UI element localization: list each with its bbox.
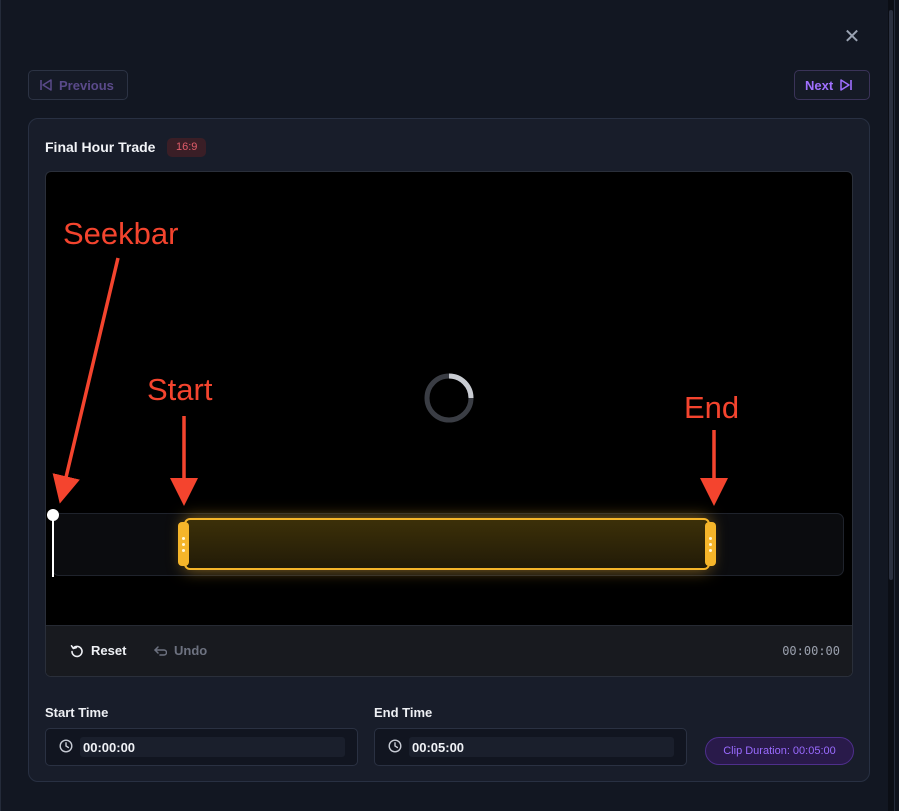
undo-icon [154,645,167,656]
scrollbar-thumb[interactable] [889,10,893,580]
start-time-input[interactable] [80,737,345,757]
end-time-label: End Time [374,705,433,720]
next-label: Next [805,77,834,93]
player-controls-bar: Reset Undo 00:00:00 [46,625,852,676]
start-time-field[interactable] [45,728,358,766]
clip-editor-modal: ✕ Previous Next Final Hour Trade 16:9 Se… [0,0,895,811]
start-time-label: Start Time [45,705,109,720]
next-button[interactable]: Next [794,70,870,100]
seekbar-arrow [52,257,120,504]
reset-label: Reset [91,643,127,658]
undo-label: Undo [174,643,208,658]
current-time: 00:00:00 [782,644,840,658]
end-time-field[interactable] [374,728,687,766]
clock-icon [388,739,402,753]
reset-button[interactable]: Reset [70,643,126,658]
previous-button[interactable]: Previous [28,70,128,100]
annotation-arrows [52,257,728,506]
video-player[interactable]: Seekbar Start End Reset Undo 00:00:00 [45,171,853,677]
clock-icon [59,739,73,753]
scrollbar[interactable] [888,0,894,811]
clip-title: Final Hour Trade [45,139,156,155]
end-time-input[interactable] [409,737,674,757]
skip-forward-icon [840,79,852,91]
skip-back-icon [40,79,52,91]
previous-label: Previous [59,77,114,93]
close-icon: ✕ [843,26,861,48]
undo-button[interactable]: Undo [153,643,207,658]
reset-icon [70,644,83,657]
clip-card: Final Hour Trade 16:9 Seekbar Start End [28,118,870,782]
aspect-ratio-badge: 16:9 [167,138,207,157]
close-button[interactable]: ✕ [841,26,863,48]
clip-duration-badge: Clip Duration: 00:05:00 [705,737,854,765]
